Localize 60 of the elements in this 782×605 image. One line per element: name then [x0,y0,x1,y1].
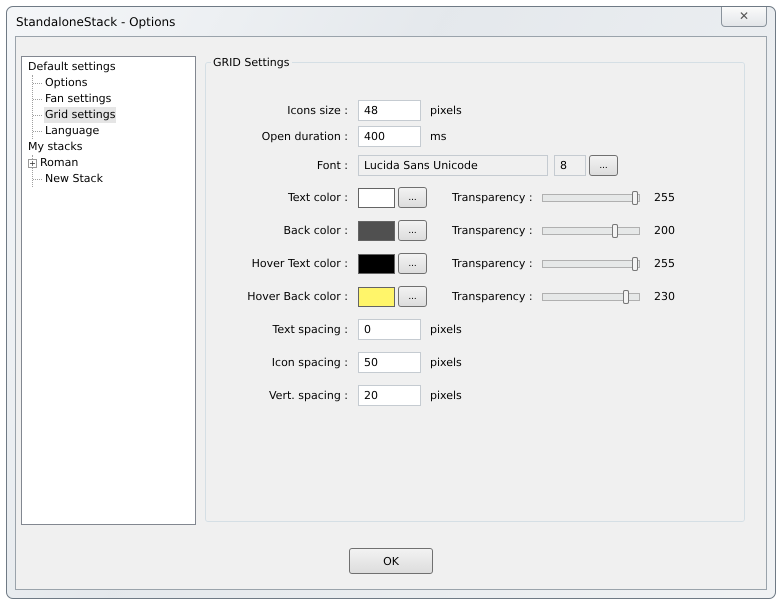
field-label: Font : [316,158,348,172]
slider-thumb[interactable] [612,224,618,238]
input-field[interactable]: 48 [358,100,421,120]
input-field[interactable]: 20 [358,385,421,406]
window-title: StandaloneStack - Options [15,14,176,28]
transparency-slider[interactable] [542,256,640,270]
color-picker-button[interactable]: ... [398,253,427,274]
transparency-label: Transparency : [452,224,534,237]
slider-value: 255 [654,191,675,204]
tree-item[interactable]: Grid settings [44,107,116,123]
slider-thumb[interactable] [623,290,629,304]
ok-button[interactable]: OK [349,548,433,574]
color-picker-button[interactable]: ... [398,187,427,208]
color-swatch[interactable] [358,220,395,240]
tree-item[interactable]: Language [44,123,100,139]
slider-value: 200 [654,224,675,237]
tree-item[interactable]: Roman [39,155,80,171]
color-swatch[interactable] [358,254,395,274]
input-field[interactable]: 400 [358,126,421,146]
group-title: GRID Settings [212,56,290,69]
unit-label: ms [430,130,446,142]
color-swatch[interactable] [358,286,395,306]
slider-value: 255 [654,257,675,270]
unit-label: pixels [430,323,462,336]
transparency-slider[interactable] [542,190,640,204]
transparency-label: Transparency : [452,290,534,303]
color-swatch[interactable] [358,188,395,208]
transparency-label: Transparency : [452,191,534,204]
tree-item[interactable]: Fan settings [44,91,112,107]
tree-item[interactable]: Options [44,75,88,91]
slider-value: 230 [654,290,675,303]
tree-item[interactable]: New Stack [44,171,104,187]
expand-toggle[interactable]: + [28,158,37,168]
font-field[interactable]: Lucida Sans Unicode [358,154,548,176]
slider-thumb[interactable] [632,190,638,204]
transparency-slider[interactable] [542,224,640,238]
input-field[interactable]: 0 [358,319,421,340]
unit-label: pixels [430,389,462,402]
unit-label: pixels [430,356,462,369]
color-picker-button[interactable]: ... [398,220,427,241]
field-label: Icon spacing : [270,356,348,369]
transparency-label: Transparency : [452,257,534,270]
slider-thumb[interactable] [632,256,638,270]
field-label: Back color : [282,224,348,237]
field-label: Vert. spacing : [268,389,348,402]
unit-label: pixels [430,104,462,116]
field-label: Text color : [286,191,348,204]
close-button[interactable]: ✕ [721,6,767,26]
tree-item[interactable]: Default settings [27,59,117,75]
color-picker-button[interactable]: ... [398,286,427,307]
transparency-slider[interactable] [542,290,640,304]
field-label: Hover Back color : [246,290,348,303]
field-label: Open duration : [260,130,348,142]
font-size-field[interactable]: 8 [554,154,586,176]
tree-item[interactable]: My stacks [27,139,84,155]
browse-button[interactable]: ... [589,154,618,176]
field-label: Text spacing : [272,323,348,336]
field-label: Hover Text color : [250,257,348,270]
input-field[interactable]: 50 [358,352,421,373]
field-label: Icons size : [286,104,348,116]
